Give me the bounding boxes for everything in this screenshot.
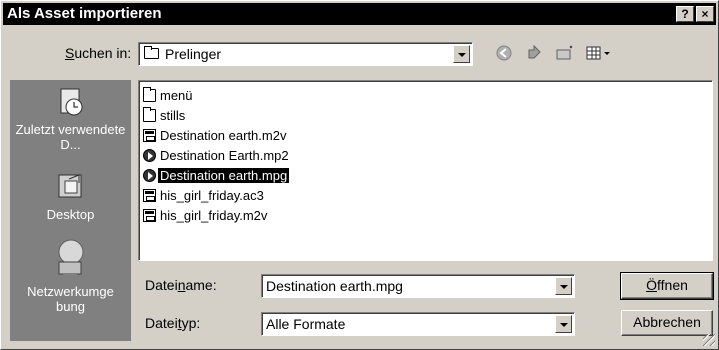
file-name: his_girl_friday.ac3 <box>160 187 264 203</box>
place-network[interactable]: Netzwerkumge bung <box>10 238 131 314</box>
file-name: Destination earth.m2v <box>160 127 287 143</box>
new-folder-icon[interactable] <box>554 42 576 64</box>
folder-icon <box>143 86 156 102</box>
help-button[interactable]: ? <box>676 6 694 22</box>
file-list-item[interactable]: Destination Earth.mp2 <box>143 146 289 164</box>
place-recent-label: Zuletzt verwendete D... <box>15 122 126 152</box>
filetype-value: Alle Formate <box>266 316 346 332</box>
desktop-icon <box>55 171 87 203</box>
recent-icon <box>55 86 87 118</box>
file-name: his_girl_friday.m2v <box>160 207 268 223</box>
filename-label: Dateiname: <box>145 277 217 293</box>
file-list-item[interactable]: his_girl_friday.m2v <box>143 206 267 224</box>
look-in-label: Suchen in: <box>65 45 132 61</box>
chevron-down-icon[interactable] <box>453 45 470 63</box>
places-bar: Zuletzt verwendete D... Desktop Netzwerk… <box>10 80 131 341</box>
file-import-dialog: Als Asset importieren ? × Suchen in: Pre… <box>0 0 719 350</box>
video-file-icon <box>143 208 156 222</box>
place-recent[interactable]: Zuletzt verwendete D... <box>10 86 131 152</box>
title-bar[interactable]: Als Asset importieren ? × <box>3 3 716 25</box>
file-name: stills <box>160 107 186 123</box>
audio-file-icon <box>143 148 156 162</box>
up-folder-icon[interactable] <box>523 42 545 64</box>
media-file-icon <box>143 168 156 182</box>
look-in-value: Prelinger <box>165 46 222 62</box>
place-network-label: Netzwerkumge bung <box>27 284 114 314</box>
close-button[interactable]: × <box>696 6 714 22</box>
window-title: Als Asset importieren <box>7 5 162 22</box>
video-file-icon <box>143 128 156 142</box>
file-name: Destination Earth.mp2 <box>160 147 289 163</box>
file-list-item[interactable]: menü <box>143 86 193 104</box>
file-name: Destination earth.mpg <box>158 167 290 183</box>
view-menu-icon[interactable] <box>584 42 614 64</box>
folder-icon <box>143 106 156 122</box>
chevron-down-icon[interactable] <box>555 277 572 295</box>
cancel-button[interactable]: Abbrechen <box>621 310 713 336</box>
video-file-icon <box>143 188 156 202</box>
file-name: menü <box>160 87 193 103</box>
file-list-item[interactable]: Destination earth.m2v <box>143 126 286 144</box>
look-in-dropdown[interactable]: Prelinger <box>138 42 473 66</box>
file-list[interactable]: menü stills Destination earth.m2v Destin… <box>138 80 713 261</box>
place-desktop[interactable]: Desktop <box>10 171 131 222</box>
filename-input[interactable]: Destination earth.mpg <box>261 274 575 298</box>
file-list-item[interactable]: his_girl_friday.ac3 <box>143 186 264 204</box>
chevron-down-icon[interactable] <box>555 315 572 333</box>
back-icon[interactable] <box>493 42 515 64</box>
resize-grip[interactable] <box>703 334 715 346</box>
filetype-dropdown[interactable]: Alle Formate <box>261 312 575 336</box>
place-desktop-label: Desktop <box>46 207 95 222</box>
open-button[interactable]: Öffnen <box>620 272 714 300</box>
file-list-item[interactable]: stills <box>143 106 185 124</box>
network-icon <box>55 238 87 280</box>
filetype-label: Dateityp: <box>145 315 201 331</box>
file-list-item-selected[interactable]: Destination earth.mpg <box>143 166 290 184</box>
filename-value: Destination earth.mpg <box>266 278 403 294</box>
folder-icon <box>144 46 159 59</box>
